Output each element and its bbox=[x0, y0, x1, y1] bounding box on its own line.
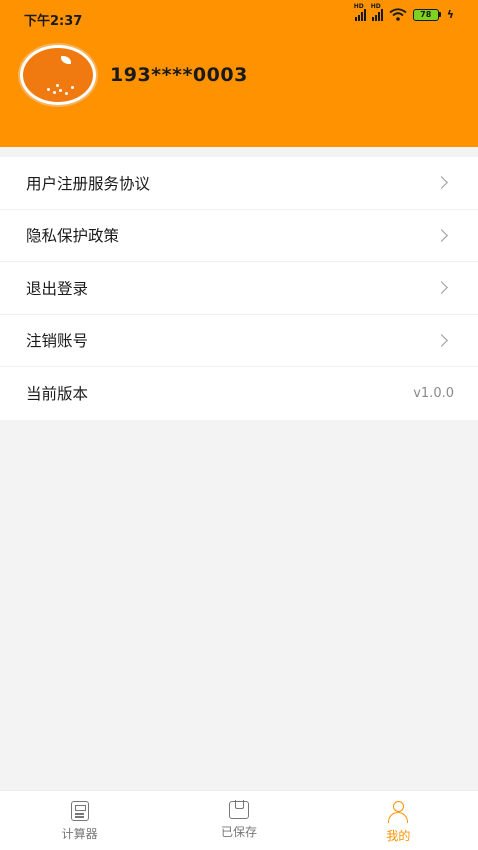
tab-label: 我的 bbox=[386, 829, 411, 843]
profile-header: 下午2:37 HD HD 78 ϟ 193****0003 bbox=[0, 0, 478, 147]
bottom-tab-bar: 计算器 已保存 我的 bbox=[0, 790, 478, 850]
tab-label: 已保存 bbox=[220, 825, 257, 839]
battery-icon: 78 bbox=[412, 8, 441, 21]
signal-hd-label: HD bbox=[353, 2, 364, 10]
settings-menu: 用户注册服务协议 隐私保护政策 退出登录 注销账号 当前版本 v1.0.0 bbox=[0, 157, 478, 420]
menu-item-version: 当前版本 v1.0.0 bbox=[0, 367, 478, 420]
chevron-right-icon bbox=[435, 281, 448, 295]
menu-item-label: 隐私保护政策 bbox=[26, 227, 120, 246]
menu-item-user-agreement[interactable]: 用户注册服务协议 bbox=[0, 157, 478, 210]
menu-item-delete-account[interactable]: 注销账号 bbox=[0, 315, 478, 367]
tab-mine[interactable]: 我的 bbox=[319, 791, 478, 850]
chevron-right-icon bbox=[435, 176, 448, 190]
signal-icon: HD bbox=[354, 3, 366, 21]
avatar[interactable] bbox=[20, 45, 96, 105]
menu-item-label: 用户注册服务协议 bbox=[26, 174, 151, 193]
menu-item-label: 注销账号 bbox=[26, 332, 89, 351]
chevron-right-icon bbox=[435, 228, 448, 242]
user-phone: 193****0003 bbox=[110, 64, 248, 86]
charging-icon: ϟ bbox=[446, 8, 454, 21]
menu-item-privacy-policy[interactable]: 隐私保护政策 bbox=[0, 210, 478, 262]
save-icon bbox=[228, 800, 249, 819]
wifi-icon bbox=[389, 8, 407, 21]
chevron-right-icon bbox=[435, 333, 448, 347]
menu-item-label: 退出登录 bbox=[26, 279, 89, 298]
version-value: v1.0.0 bbox=[413, 385, 454, 401]
tab-label: 计算器 bbox=[61, 827, 98, 841]
battery-level: 78 bbox=[412, 8, 439, 21]
menu-item-logout[interactable]: 退出登录 bbox=[0, 262, 478, 315]
signal-hd-label: HD bbox=[370, 2, 381, 10]
user-icon bbox=[387, 801, 409, 823]
tab-saved[interactable]: 已保存 bbox=[159, 791, 318, 850]
calculator-icon bbox=[70, 801, 89, 821]
signal-icon: HD bbox=[371, 3, 383, 21]
status-bar: 下午2:37 HD HD 78 ϟ bbox=[0, 0, 478, 36]
status-icons: HD HD 78 ϟ bbox=[354, 3, 454, 22]
menu-item-label: 当前版本 bbox=[26, 385, 89, 404]
tab-calculator[interactable]: 计算器 bbox=[0, 791, 159, 850]
status-time: 下午2:37 bbox=[24, 14, 83, 29]
